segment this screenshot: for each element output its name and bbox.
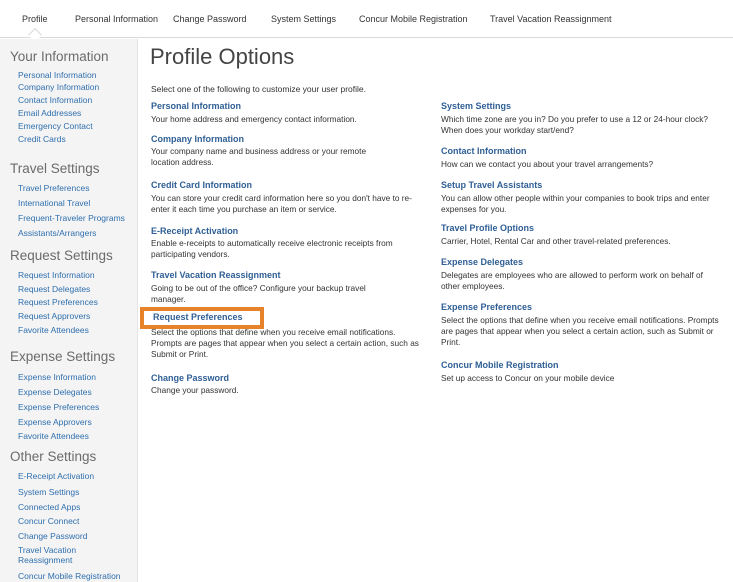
option-expense-delegates-link[interactable]: Expense Delegates <box>441 257 523 267</box>
sidebar-item-company-information[interactable]: Company Information <box>18 82 136 92</box>
sidebar-heading-expense-settings: Expense Settings <box>10 349 116 364</box>
option-system-settings-desc: Which time zone are you in? Do you prefe… <box>441 114 709 135</box>
option-expense-preferences-link[interactable]: Expense Preferences <box>441 302 532 312</box>
sidebar-item-expense-preferences[interactable]: Expense Preferences <box>18 402 136 412</box>
sidebar-item-travel-preferences[interactable]: Travel Preferences <box>18 183 136 193</box>
sidebar-item-request-information[interactable]: Request Information <box>18 270 136 280</box>
sidebar-item-request-approvers[interactable]: Request Approvers <box>18 311 136 321</box>
sidebar-item-expense-approvers[interactable]: Expense Approvers <box>18 417 136 427</box>
sidebar-item-credit-cards[interactable]: Credit Cards <box>18 134 136 144</box>
option-system-settings-link[interactable]: System Settings <box>441 101 511 111</box>
option-personal-information-desc: Your home address and emergency contact … <box>151 114 357 124</box>
sidebar-item-concur-connect[interactable]: Concur Connect <box>18 516 136 526</box>
sidebar-item-e-receipt-activation[interactable]: E-Receipt Activation <box>18 471 136 481</box>
option-e-receipt-activation-desc: Enable e-receipts to automatically recei… <box>151 238 393 259</box>
sidebar-item-frequent-traveler-programs[interactable]: Frequent-Traveler Programs <box>18 213 136 223</box>
tab-personal-information[interactable]: Personal Information <box>75 14 158 24</box>
option-expense-preferences-desc: Select the options that define when you … <box>441 315 719 347</box>
sidebar-item-contact-information[interactable]: Contact Information <box>18 95 136 105</box>
sidebar-item-favorite-attendees-request[interactable]: Favorite Attendees <box>18 325 136 335</box>
option-contact-information-desc: How can we contact you about your travel… <box>441 159 654 169</box>
sidebar-item-emergency-contact[interactable]: Emergency Contact <box>18 121 136 131</box>
sidebar-item-email-addresses[interactable]: Email Addresses <box>18 108 136 118</box>
sidebar-item-favorite-attendees-expense[interactable]: Favorite Attendees <box>18 431 136 441</box>
sidebar-item-concur-mobile-registration[interactable]: Concur Mobile Registration <box>18 571 136 581</box>
sidebar-item-international-travel[interactable]: International Travel <box>18 198 136 208</box>
sidebar: Your Information Personal Information Co… <box>0 39 138 582</box>
sidebar-heading-request-settings: Request Settings <box>10 248 113 263</box>
option-setup-travel-assistants-link[interactable]: Setup Travel Assistants <box>441 180 542 190</box>
option-company-information-link[interactable]: Company Information <box>151 134 244 144</box>
option-concur-mobile-registration-link[interactable]: Concur Mobile Registration <box>441 360 559 370</box>
option-contact-information-link[interactable]: Contact Information <box>441 146 527 156</box>
option-travel-vacation-reassignment-desc: Going to be out of the office? Configure… <box>151 283 366 304</box>
option-company-information-desc: Your company name and business address o… <box>151 146 367 167</box>
sidebar-item-connected-apps[interactable]: Connected Apps <box>18 502 136 512</box>
sidebar-item-assistants-arrangers[interactable]: Assistants/Arrangers <box>18 228 136 238</box>
option-setup-travel-assistants-desc: You can allow other people within your c… <box>441 193 710 214</box>
sidebar-item-expense-delegates[interactable]: Expense Delegates <box>18 387 136 397</box>
tab-system-settings[interactable]: System Settings <box>271 14 336 24</box>
sidebar-item-expense-information[interactable]: Expense Information <box>18 372 136 382</box>
top-nav: Profile Personal Information Change Pass… <box>0 0 733 43</box>
option-travel-profile-options-link[interactable]: Travel Profile Options <box>441 223 534 233</box>
option-change-password-desc: Change your password. <box>151 385 239 395</box>
tab-profile[interactable]: Profile <box>22 14 48 24</box>
sidebar-item-system-settings[interactable]: System Settings <box>18 487 136 497</box>
option-credit-card-information-link[interactable]: Credit Card Information <box>151 180 252 190</box>
intro-text: Select one of the following to customize… <box>151 84 366 94</box>
tab-change-password[interactable]: Change Password <box>173 14 247 24</box>
option-request-preferences-link[interactable]: Request Preferences <box>153 312 243 322</box>
sidebar-item-travel-vacation-reassignment[interactable]: Travel Vacation Reassignment <box>18 545 108 565</box>
option-credit-card-information-desc: You can store your credit card informati… <box>151 193 412 214</box>
option-personal-information-link[interactable]: Personal Information <box>151 101 241 111</box>
tab-concur-mobile-registration[interactable]: Concur Mobile Registration <box>359 14 468 24</box>
sidebar-heading-other-settings: Other Settings <box>10 449 97 464</box>
option-expense-delegates-desc: Delegates are employees who are allowed … <box>441 270 703 291</box>
option-e-receipt-activation-link[interactable]: E-Receipt Activation <box>151 226 238 236</box>
tab-travel-vacation-reassignment[interactable]: Travel Vacation Reassignment <box>490 14 612 24</box>
option-request-preferences-desc: Select the options that define when you … <box>151 327 419 359</box>
sidebar-item-request-delegates[interactable]: Request Delegates <box>18 284 136 294</box>
sidebar-heading-your-information: Your Information <box>10 49 109 64</box>
option-concur-mobile-registration-desc: Set up access to Concur on your mobile d… <box>441 373 615 383</box>
option-travel-vacation-reassignment-link[interactable]: Travel Vacation Reassignment <box>151 270 281 280</box>
page-title: Profile Options <box>150 44 295 69</box>
sidebar-heading-travel-settings: Travel Settings <box>10 161 100 176</box>
option-change-password-link[interactable]: Change Password <box>151 373 229 383</box>
sidebar-item-change-password[interactable]: Change Password <box>18 531 136 541</box>
sidebar-item-request-preferences[interactable]: Request Preferences <box>18 297 136 307</box>
option-travel-profile-options-desc: Carrier, Hotel, Rental Car and other tra… <box>441 236 671 246</box>
sidebar-item-personal-information[interactable]: Personal Information <box>18 70 136 80</box>
request-preferences-highlight[interactable]: Request Preferences <box>140 307 264 329</box>
